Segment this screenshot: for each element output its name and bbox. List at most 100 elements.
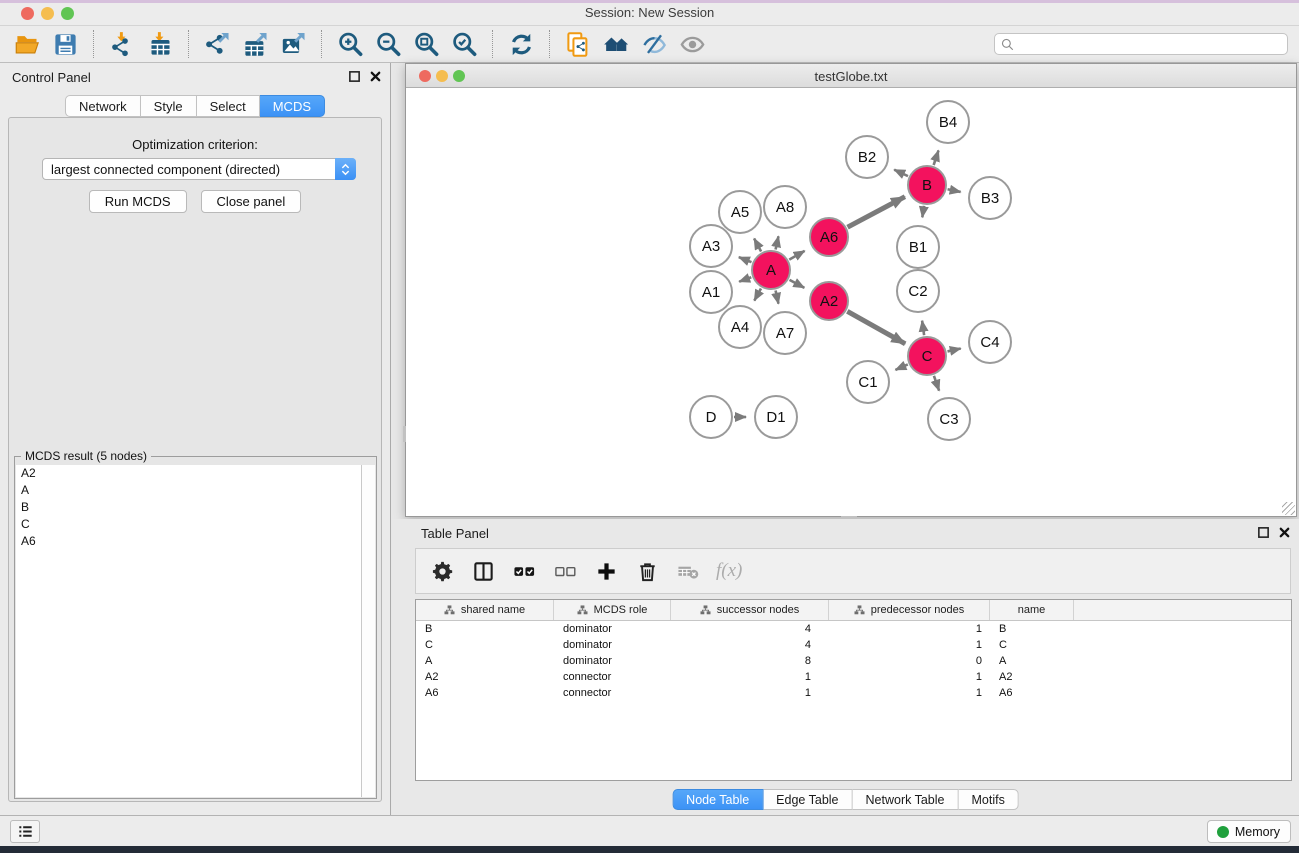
column-header-MCDS-role[interactable]: MCDS role xyxy=(554,600,671,620)
zoom-fit-button[interactable] xyxy=(407,28,445,60)
graph-node-C3[interactable]: C3 xyxy=(928,398,970,440)
column-header-successor-nodes[interactable]: successor nodes xyxy=(671,600,829,620)
import-network-button[interactable] xyxy=(103,28,141,60)
graph-node-C1[interactable]: C1 xyxy=(847,361,889,403)
tab-network[interactable]: Network xyxy=(65,95,141,117)
graph-node-D[interactable]: D xyxy=(690,396,732,438)
table-row[interactable]: A2connector11A2 xyxy=(416,669,1291,685)
graph-node-C[interactable]: C xyxy=(908,337,946,375)
search-input[interactable] xyxy=(1018,35,1287,53)
graph-edge-A-A4[interactable] xyxy=(754,288,761,300)
zoom-selected-button[interactable] xyxy=(445,28,483,60)
graph-edge-A6-B[interactable] xyxy=(848,197,905,227)
column-panel-button[interactable] xyxy=(470,558,496,584)
column-header-shared-name[interactable]: shared name xyxy=(416,600,554,620)
table-row[interactable]: Bdominator41B xyxy=(416,621,1291,637)
graph-edge-A-A5[interactable] xyxy=(754,238,761,251)
graph-node-A3[interactable]: A3 xyxy=(690,225,732,267)
graph-node-B3[interactable]: B3 xyxy=(969,177,1011,219)
graph-edge-A-A6[interactable] xyxy=(789,251,804,260)
graph-node-B1[interactable]: B1 xyxy=(897,226,939,268)
tab-style[interactable]: Style xyxy=(141,95,197,117)
tab-select[interactable]: Select xyxy=(197,95,260,117)
delete-column-button[interactable] xyxy=(634,558,660,584)
graph-edge-C-C4[interactable] xyxy=(947,349,960,352)
graph-edge-B-B1[interactable] xyxy=(922,206,924,218)
export-image-button[interactable] xyxy=(274,28,312,60)
mcds-result-item[interactable]: A xyxy=(16,482,361,499)
clone-network-button[interactable] xyxy=(559,28,597,60)
show-panel-button[interactable] xyxy=(673,28,711,60)
deselect-all-button[interactable] xyxy=(552,558,578,584)
search-box[interactable] xyxy=(994,33,1288,55)
zoom-out-button[interactable] xyxy=(369,28,407,60)
graph-node-A7[interactable]: A7 xyxy=(764,312,806,354)
save-session-button[interactable] xyxy=(46,28,84,60)
column-header-name[interactable]: name xyxy=(990,600,1074,620)
add-column-button[interactable] xyxy=(593,558,619,584)
graph-edge-C-C2[interactable] xyxy=(922,321,924,335)
graph-node-A[interactable]: A xyxy=(752,251,790,289)
network-window-titlebar[interactable]: testGlobe.txt xyxy=(406,64,1296,88)
export-network-button[interactable] xyxy=(198,28,236,60)
tab-mcds[interactable]: MCDS xyxy=(260,95,325,117)
resize-grip-icon[interactable] xyxy=(1282,502,1295,515)
graph-node-B[interactable]: B xyxy=(908,166,946,204)
float-table-panel-icon[interactable] xyxy=(1257,526,1270,539)
criterion-dropdown[interactable]: largest connected component (directed) xyxy=(42,158,356,180)
graph-edge-A-A3[interactable] xyxy=(739,257,752,262)
graph-edge-A-A1[interactable] xyxy=(739,277,751,281)
run-mcds-button[interactable]: Run MCDS xyxy=(89,190,187,213)
mcds-result-list[interactable]: A2ABCA6 xyxy=(16,465,361,797)
task-history-button[interactable] xyxy=(10,820,40,843)
hide-panel-button[interactable] xyxy=(635,28,673,60)
graph-node-C2[interactable]: C2 xyxy=(897,270,939,312)
graph-node-D1[interactable]: D1 xyxy=(755,396,797,438)
refresh-button[interactable] xyxy=(502,28,540,60)
result-scrollbar[interactable] xyxy=(361,465,375,797)
graph-node-A8[interactable]: A8 xyxy=(764,186,806,228)
mcds-result-item[interactable]: A6 xyxy=(16,533,361,550)
graph-edge-A-A2[interactable] xyxy=(790,280,805,288)
graph-edge-A-A8[interactable] xyxy=(776,236,779,249)
graph-node-A4[interactable]: A4 xyxy=(719,306,761,348)
graph-node-A6[interactable]: A6 xyxy=(810,218,848,256)
graph-node-B4[interactable]: B4 xyxy=(927,101,969,143)
dropdown-stepper-icon[interactable] xyxy=(335,158,356,180)
import-table-button[interactable] xyxy=(141,28,179,60)
graph-node-C4[interactable]: C4 xyxy=(969,321,1011,363)
select-all-button[interactable] xyxy=(511,558,537,584)
tab-motifs[interactable]: Motifs xyxy=(958,789,1018,810)
close-panel-button[interactable]: Close panel xyxy=(201,190,302,213)
home-button[interactable] xyxy=(597,28,635,60)
graph-node-A5[interactable]: A5 xyxy=(719,191,761,233)
mcds-result-item[interactable]: B xyxy=(16,499,361,516)
graph-edge-B-B4[interactable] xyxy=(934,150,939,165)
close-table-panel-icon[interactable] xyxy=(1278,526,1291,539)
settings-button[interactable] xyxy=(429,558,455,584)
graph-edge-C-C1[interactable] xyxy=(895,364,907,369)
graph-edge-C-C3[interactable] xyxy=(934,376,939,391)
graph-edge-A2-C[interactable] xyxy=(847,311,905,343)
export-table-button[interactable] xyxy=(236,28,274,60)
graph-edge-B-B2[interactable] xyxy=(894,170,908,176)
graph-node-B2[interactable]: B2 xyxy=(846,136,888,178)
mcds-result-item[interactable]: C xyxy=(16,516,361,533)
graph-node-A2[interactable]: A2 xyxy=(810,282,848,320)
network-canvas[interactable]: A A1 A2 A3 A4 A5 A6 A7 A8 B B1 B2 B3B4 C C1 C2 C3 C4 D D1 xyxy=(406,88,1296,516)
tab-network-table[interactable]: Network Table xyxy=(853,789,959,810)
network-graph[interactable]: A A1 A2 A3 A4 A5 A6 A7 A8 B B1 B2 B3B4 C C1 C2 C3 C4 D D1 xyxy=(406,88,1296,516)
float-panel-icon[interactable] xyxy=(348,70,361,83)
close-panel-icon[interactable] xyxy=(369,70,382,83)
graph-edge-B-B3[interactable] xyxy=(948,189,961,192)
tab-node-table[interactable]: Node Table xyxy=(672,789,763,810)
zoom-in-button[interactable] xyxy=(331,28,369,60)
table-row[interactable]: Cdominator41C xyxy=(416,637,1291,653)
table-row[interactable]: A6connector11A6 xyxy=(416,685,1291,701)
mcds-result-item[interactable]: A2 xyxy=(16,465,361,482)
graph-node-A1[interactable]: A1 xyxy=(690,271,732,313)
graph-edge-A-A7[interactable] xyxy=(776,290,779,303)
memory-button[interactable]: Memory xyxy=(1207,820,1291,843)
tab-edge-table[interactable]: Edge Table xyxy=(763,789,852,810)
open-file-button[interactable] xyxy=(8,28,46,60)
